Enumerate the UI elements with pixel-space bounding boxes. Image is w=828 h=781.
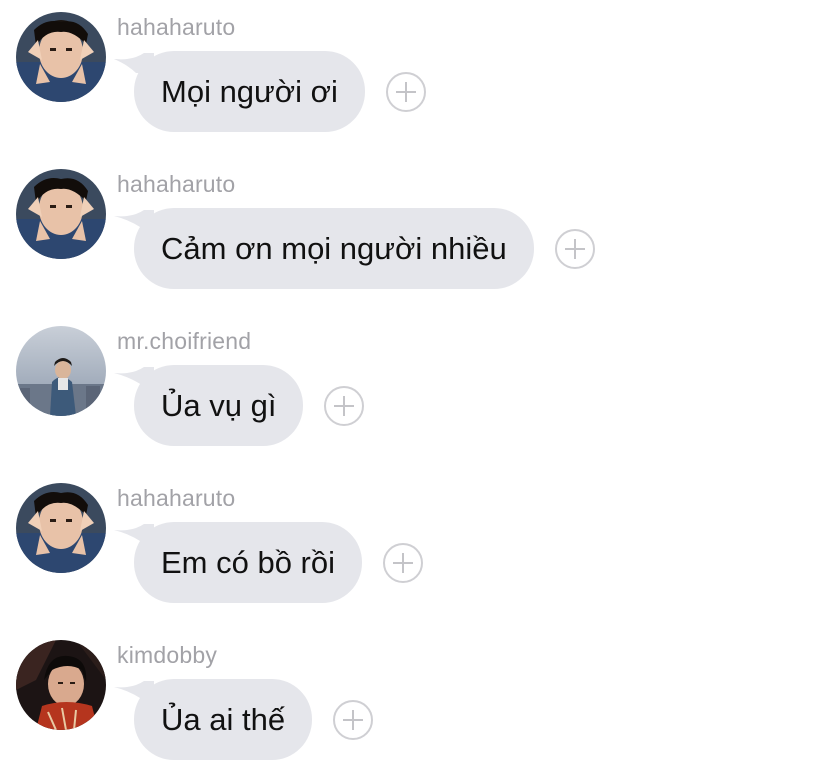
message-bubble-group: Em có bồ rồi: [114, 522, 424, 603]
message-text: Em có bồ rồi: [161, 544, 336, 580]
avatar[interactable]: [16, 169, 106, 259]
message-bubble-group: Cảm ơn mọi người nhiều: [114, 208, 595, 289]
message-text: Mọi người ơi: [161, 73, 338, 109]
avatar[interactable]: [16, 326, 106, 416]
message-text: Ủa vụ gì: [161, 387, 277, 423]
avatar[interactable]: [16, 640, 106, 730]
plus-circle-icon[interactable]: [383, 542, 424, 583]
bubble-tail: [114, 681, 154, 709]
message-text: Ủa ai thế: [161, 701, 286, 737]
plus-circle-icon[interactable]: [385, 71, 426, 112]
message-bubble[interactable]: Em có bồ rồi: [114, 522, 363, 603]
username[interactable]: hahaharuto: [117, 483, 235, 513]
bubble-tail: [114, 210, 154, 238]
bubble-tail: [114, 53, 154, 81]
plus-circle-icon[interactable]: [324, 385, 365, 426]
avatar[interactable]: [16, 12, 106, 102]
username[interactable]: mr.choifriend: [117, 326, 251, 356]
plus-circle-icon[interactable]: [333, 699, 374, 740]
plus-circle-icon[interactable]: [554, 228, 595, 269]
message-bubble-group: Mọi người ơi: [114, 51, 426, 132]
message-bubble[interactable]: Ủa vụ gì: [114, 365, 304, 446]
message-row: hahaharuto Mọi người ơi: [0, 0, 828, 150]
message-row: kimdobby Ủa ai thế: [0, 628, 828, 778]
username[interactable]: hahaharuto: [117, 12, 235, 42]
bubble-tail: [114, 367, 154, 395]
avatar[interactable]: [16, 483, 106, 573]
message-bubble-group: Ủa ai thế: [114, 679, 374, 760]
message-row: hahaharuto Em có bồ rồi: [0, 471, 828, 621]
message-bubble-group: Ủa vụ gì: [114, 365, 365, 446]
message-bubble[interactable]: Mọi người ơi: [114, 51, 365, 132]
username[interactable]: kimdobby: [117, 640, 217, 670]
username[interactable]: hahaharuto: [117, 169, 235, 199]
message-bubble[interactable]: Ủa ai thế: [114, 679, 313, 760]
message-bubble[interactable]: Cảm ơn mọi người nhiều: [114, 208, 534, 289]
message-text: Cảm ơn mọi người nhiều: [161, 230, 507, 266]
message-row: hahaharuto Cảm ơn mọi người nhiều: [0, 157, 828, 307]
bubble-tail: [114, 524, 154, 552]
chat-thread: hahaharuto Mọi người ơi hahaharuto Cảm ơ…: [0, 0, 828, 781]
message-row: mr.choifriend Ủa vụ gì: [0, 314, 828, 464]
